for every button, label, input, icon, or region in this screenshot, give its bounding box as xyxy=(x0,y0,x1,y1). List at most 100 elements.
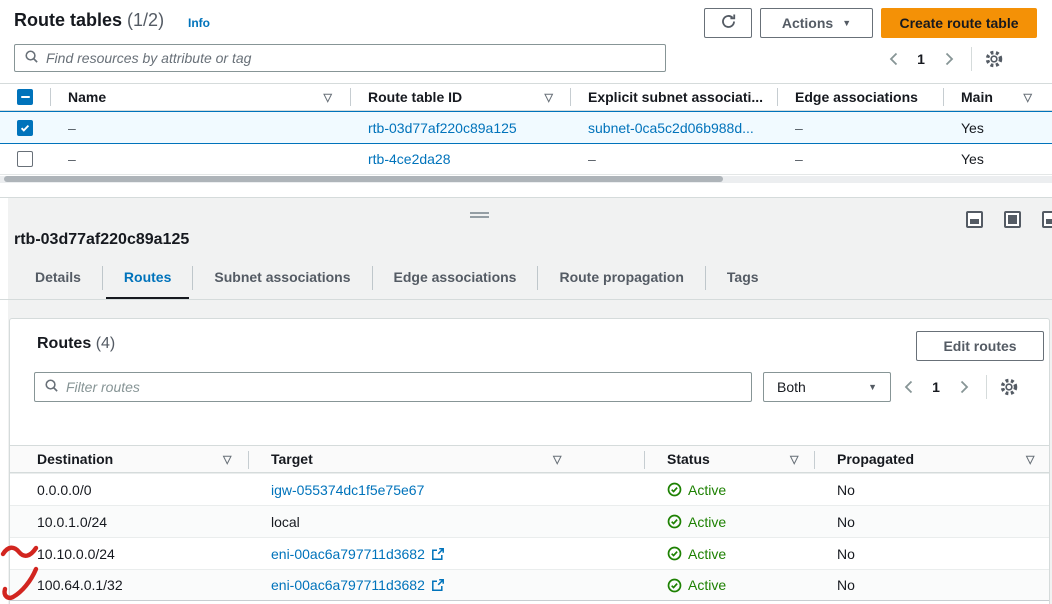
chevron-left-icon[interactable] xyxy=(880,47,906,71)
edit-routes-button[interactable]: Edit routes xyxy=(916,331,1044,361)
destination-value: 10.0.1.0/24 xyxy=(37,514,107,530)
panel-left-gutter xyxy=(0,198,8,604)
row-checkbox-unchecked[interactable] xyxy=(17,151,33,167)
panel-drag-handle-icon[interactable] xyxy=(470,212,489,218)
horizontal-scrollbar-thumb[interactable] xyxy=(4,176,723,182)
status-badge: Active xyxy=(667,577,726,593)
detail-title: rtb-03d77af220c89a125 xyxy=(14,231,189,249)
tab-subnet-associations[interactable]: Subnet associations xyxy=(193,256,371,300)
routes-table: Destination ▽ Target ▽ Status ▽ xyxy=(10,445,1049,601)
vpc-route-tables-page: Route tables (1/2) Info Actions ▼ Create… xyxy=(0,0,1052,604)
routes-count: (4) xyxy=(96,335,116,352)
gear-icon[interactable] xyxy=(981,47,1007,71)
search-icon xyxy=(24,49,39,67)
route-row[interactable]: 10.10.0.0/24 eni-00ac6a797711d3682 Activ… xyxy=(10,537,1049,569)
propagated-value: No xyxy=(837,514,855,530)
column-header-destination[interactable]: Destination ▽ xyxy=(10,446,271,472)
tab-tags[interactable]: Tags xyxy=(706,256,780,300)
tab-route-propagation[interactable]: Route propagation xyxy=(538,256,704,300)
status-active-icon xyxy=(667,546,682,561)
selection-count: (1/2) xyxy=(127,10,164,30)
target-link[interactable]: eni-00ac6a797711d3682 xyxy=(271,577,425,593)
sort-icon[interactable]: ▽ xyxy=(1026,453,1034,466)
route-mode-select[interactable]: Both ▼ xyxy=(763,372,891,402)
route-table-id-link[interactable]: rtb-4ce2da28 xyxy=(368,151,451,167)
table-row[interactable]: – rtb-03d77af220c89a125 subnet-0ca5c2d06… xyxy=(0,111,1052,144)
gear-icon[interactable] xyxy=(996,375,1022,399)
sort-icon[interactable]: ▽ xyxy=(553,453,561,466)
external-link-icon[interactable] xyxy=(431,547,445,561)
main-value: Yes xyxy=(961,151,984,167)
status-badge: Active xyxy=(667,514,726,530)
name-value: – xyxy=(68,120,76,136)
status-badge: Active xyxy=(667,482,726,498)
main-value: Yes xyxy=(961,120,984,136)
route-row[interactable]: 10.0.1.0/24 local Active No xyxy=(10,505,1049,537)
route-row[interactable]: 0.0.0.0/0 igw-055374dc1f5e75e67 Active N… xyxy=(10,473,1049,505)
info-link[interactable]: Info xyxy=(188,16,210,30)
column-header-route-table-id[interactable]: Route table ID ▽ xyxy=(350,83,570,111)
sort-icon[interactable]: ▽ xyxy=(545,91,553,104)
routes-filter xyxy=(34,372,752,402)
column-header-name[interactable]: Name ▽ xyxy=(50,83,350,111)
routes-card: Routes (4) Edit routes Both ▼ 1 xyxy=(9,318,1050,604)
sort-icon[interactable]: ▽ xyxy=(223,453,231,466)
column-header-target[interactable]: Target ▽ xyxy=(271,446,667,472)
actions-button[interactable]: Actions ▼ xyxy=(760,8,873,38)
destination-value: 10.10.0.0/24 xyxy=(37,546,115,562)
refresh-button[interactable] xyxy=(704,8,752,38)
chevron-right-icon[interactable] xyxy=(951,375,977,399)
table-row[interactable]: – rtb-4ce2da28 – – Yes xyxy=(0,144,1052,175)
page-title-text: Route tables xyxy=(14,10,122,30)
filter-routes-input[interactable] xyxy=(66,379,742,395)
name-value: – xyxy=(68,151,76,167)
routes-pagination: 1 xyxy=(895,375,1022,399)
tab-details[interactable]: Details xyxy=(14,256,102,300)
row-select-cell xyxy=(0,120,50,136)
sort-icon[interactable]: ▽ xyxy=(790,453,798,466)
routes-heading: Routes (4) xyxy=(37,335,115,353)
top-pagination: 1 xyxy=(880,47,1007,71)
sort-icon[interactable]: ▽ xyxy=(324,91,332,104)
tab-edge-associations[interactable]: Edge associations xyxy=(373,256,538,300)
column-header-explicit-subnet[interactable]: Explicit subnet associati... xyxy=(570,83,777,111)
table-header-row: Name ▽ Route table ID ▽ Explicit subnet … xyxy=(0,83,1052,111)
create-route-table-button[interactable]: Create route table xyxy=(881,8,1037,38)
routes-header-row: Destination ▽ Target ▽ Status ▽ xyxy=(10,445,1049,473)
column-header-main[interactable]: Main ▽ xyxy=(943,83,1052,111)
chevron-right-icon[interactable] xyxy=(936,47,962,71)
row-checkbox-checked[interactable] xyxy=(17,120,33,136)
divider xyxy=(971,47,972,71)
current-page[interactable]: 1 xyxy=(921,379,951,395)
column-header-edge-associations[interactable]: Edge associations xyxy=(777,83,943,111)
resource-search xyxy=(14,44,666,72)
search-input[interactable] xyxy=(46,50,656,66)
route-table-id-link[interactable]: rtb-03d77af220c89a125 xyxy=(368,120,517,136)
tab-routes[interactable]: Routes xyxy=(103,256,192,300)
target-link[interactable]: eni-00ac6a797711d3682 xyxy=(271,546,425,562)
target-link[interactable]: igw-055374dc1f5e75e67 xyxy=(271,482,424,498)
center-panel-icon[interactable] xyxy=(1004,211,1021,228)
route-row[interactable]: 100.64.0.1/32 eni-00ac6a797711d3682 Acti… xyxy=(10,569,1049,601)
propagated-value: No xyxy=(837,577,855,593)
column-divider xyxy=(248,451,249,469)
row-select-cell xyxy=(0,151,50,167)
column-header-propagated[interactable]: Propagated ▽ xyxy=(837,446,1049,472)
detail-panel: rtb-03d77af220c89a125 Details Routes Sub… xyxy=(0,197,1052,604)
destination-value: 0.0.0.0/0 xyxy=(37,482,92,498)
horizontal-scrollbar-track[interactable] xyxy=(0,176,1052,183)
external-link-icon[interactable] xyxy=(431,578,445,592)
current-page[interactable]: 1 xyxy=(906,51,936,67)
actions-button-label: Actions xyxy=(782,15,833,31)
column-divider xyxy=(814,451,815,469)
sort-icon[interactable]: ▽ xyxy=(1024,91,1032,104)
bottom-panel-icon[interactable] xyxy=(966,211,983,228)
column-header-status[interactable]: Status ▽ xyxy=(667,446,837,472)
propagated-value: No xyxy=(837,482,855,498)
side-panel-icon[interactable] xyxy=(1042,211,1052,228)
chevron-left-icon[interactable] xyxy=(895,375,921,399)
select-all-cell xyxy=(0,89,50,105)
tabs-bottom-border xyxy=(0,299,1052,300)
select-all-checkbox[interactable] xyxy=(17,89,33,105)
subnet-association-link[interactable]: subnet-0ca5c2d06b988d... xyxy=(588,120,754,136)
